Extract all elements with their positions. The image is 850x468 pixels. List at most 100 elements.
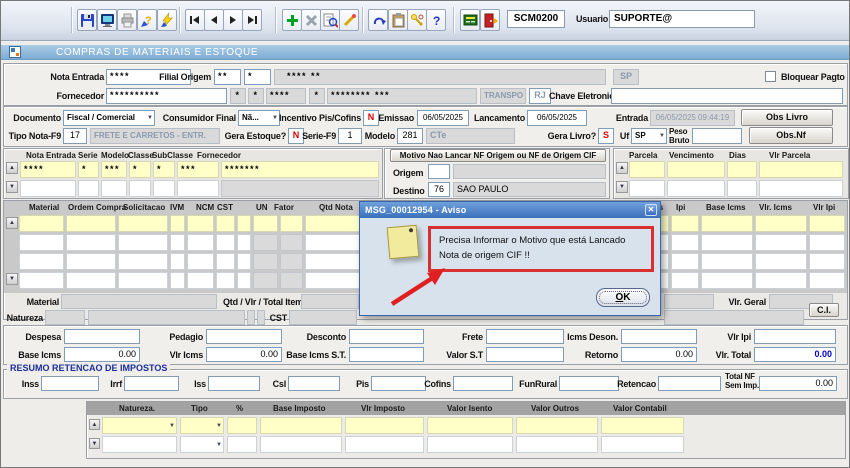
items-cell[interactable] (170, 234, 185, 251)
items-cell[interactable] (237, 253, 251, 270)
fornecedor-field[interactable]: ********** (106, 88, 227, 104)
impostos-cell[interactable] (516, 436, 598, 453)
impostos-cell[interactable] (260, 417, 342, 434)
impostos-scroll-up[interactable]: ▲ (89, 419, 100, 430)
nota-grid-scroll-down[interactable]: ▼ (6, 181, 18, 193)
clear-query-button[interactable] (339, 9, 359, 31)
help-run-button[interactable]: ? (137, 9, 157, 31)
items-cell[interactable] (701, 253, 753, 270)
undo-button[interactable] (368, 9, 388, 31)
help-button[interactable]: ? (426, 9, 446, 31)
nota-grid-cell[interactable]: * (153, 161, 175, 178)
parcelas-cell[interactable] (727, 161, 757, 178)
items-cell[interactable] (701, 272, 753, 289)
base-icms-field[interactable]: 0.00 (64, 347, 140, 362)
peso-bruto-field[interactable] (692, 128, 742, 144)
impostos-cell[interactable] (260, 436, 342, 453)
items-cell[interactable] (118, 253, 168, 270)
exit-button[interactable] (480, 9, 500, 31)
nota-grid-cell[interactable] (153, 180, 175, 197)
usuario-field[interactable]: SUPORTE@ (609, 10, 755, 28)
parcelas-scroll-up[interactable]: ▲ (616, 162, 628, 174)
print-button[interactable] (117, 9, 137, 31)
items-cell[interactable] (237, 234, 251, 251)
valor-st-field[interactable] (486, 347, 564, 362)
items-cell[interactable] (305, 253, 361, 270)
parcelas-cell[interactable] (667, 161, 725, 178)
nota-grid-cell[interactable]: *** (101, 161, 127, 178)
lancamento-field[interactable]: 06/05/2025 (527, 110, 587, 126)
impostos-scroll-down[interactable]: ▼ (89, 438, 100, 449)
obs-nf-button[interactable]: Obs.Nf (749, 127, 833, 144)
items-cell[interactable] (280, 215, 303, 232)
keys-button[interactable] (407, 9, 427, 31)
items-cell[interactable] (187, 272, 214, 289)
items-cell[interactable] (305, 234, 361, 251)
nota-grid-cell[interactable] (78, 180, 99, 197)
delete-record-button[interactable] (301, 9, 321, 31)
items-cell[interactable] (19, 253, 64, 270)
items-cell[interactable] (671, 272, 699, 289)
dialog-titlebar[interactable]: MSG_00012954 - Aviso (360, 202, 660, 218)
items-cell[interactable] (701, 234, 753, 251)
nota-grid-cell[interactable] (20, 180, 76, 197)
items-scroll-up[interactable]: ▲ (6, 217, 18, 229)
items-cell[interactable] (66, 272, 116, 289)
obs-livro-button[interactable]: Obs Livro (741, 109, 833, 126)
modelo-field[interactable]: 281 (397, 128, 423, 144)
impostos-cell[interactable] (227, 417, 257, 434)
items-cell[interactable] (671, 215, 699, 232)
items-cell[interactable] (237, 272, 251, 289)
nota-grid-cell[interactable]: ******* (221, 161, 379, 178)
nota-grid-cell[interactable]: * (78, 161, 99, 178)
execute-button[interactable] (157, 9, 177, 31)
nav-prev-button[interactable] (204, 9, 224, 31)
query-button[interactable] (320, 9, 340, 31)
bloquear-pagto-checkbox[interactable] (765, 71, 776, 82)
chave-eletronica-field[interactable] (611, 88, 843, 104)
items-cell[interactable] (671, 253, 699, 270)
items-cell[interactable] (19, 234, 64, 251)
icms-deson-field[interactable] (621, 329, 697, 344)
impostos-cell[interactable] (102, 436, 177, 453)
items-cell[interactable] (755, 272, 807, 289)
retorno-field[interactable]: 0.00 (621, 347, 697, 362)
parcelas-cell[interactable] (759, 180, 843, 197)
parcelas-cell[interactable] (629, 161, 665, 178)
base-icms-st-field[interactable] (349, 347, 424, 362)
frete-field[interactable] (486, 329, 564, 344)
impostos-tipo-combo[interactable]: ▼ (180, 417, 224, 434)
filial-code-field[interactable]: ** (214, 69, 241, 85)
nav-next-button[interactable] (223, 9, 243, 31)
iss-field[interactable] (208, 376, 260, 391)
parcelas-cell[interactable] (667, 180, 725, 197)
program-code-field[interactable]: SCM0200 (507, 10, 565, 28)
consumidor-final-combo[interactable]: Nã...▼ (238, 110, 280, 126)
vlr-icms-field[interactable]: 0.00 (206, 347, 282, 362)
items-cell[interactable] (305, 272, 361, 289)
uf-combo[interactable]: SP▼ (631, 128, 667, 144)
items-cell[interactable] (809, 234, 845, 251)
items-cell[interactable] (809, 253, 845, 270)
items-cell[interactable] (216, 272, 235, 289)
nota-grid-cell[interactable]: * (129, 161, 151, 178)
impostos-cell[interactable] (601, 436, 684, 453)
items-cell[interactable] (809, 272, 845, 289)
impostos-cell[interactable] (601, 417, 684, 434)
documento-combo[interactable]: Fiscal / Comercial▼ (63, 110, 155, 126)
items-cell[interactable] (170, 253, 185, 270)
items-cell[interactable] (66, 215, 116, 232)
nota-grid-cell[interactable] (177, 180, 219, 197)
nav-first-button[interactable] (185, 9, 205, 31)
nota-grid-cell[interactable] (101, 180, 127, 197)
items-cell[interactable] (755, 253, 807, 270)
origem-code-field[interactable] (428, 164, 450, 179)
nota-grid-cell[interactable]: **** (20, 161, 76, 178)
pedagio-field[interactable] (206, 329, 282, 344)
impostos-cell[interactable] (516, 417, 598, 434)
items-cell[interactable] (187, 215, 214, 232)
items-scroll-down[interactable]: ▼ (6, 273, 18, 285)
motivo-cif-button[interactable]: Motivo Nao Lancar NF Origem ou NF de Ori… (390, 149, 606, 162)
items-cell[interactable] (671, 234, 699, 251)
ok-button[interactable]: OK (596, 288, 650, 307)
